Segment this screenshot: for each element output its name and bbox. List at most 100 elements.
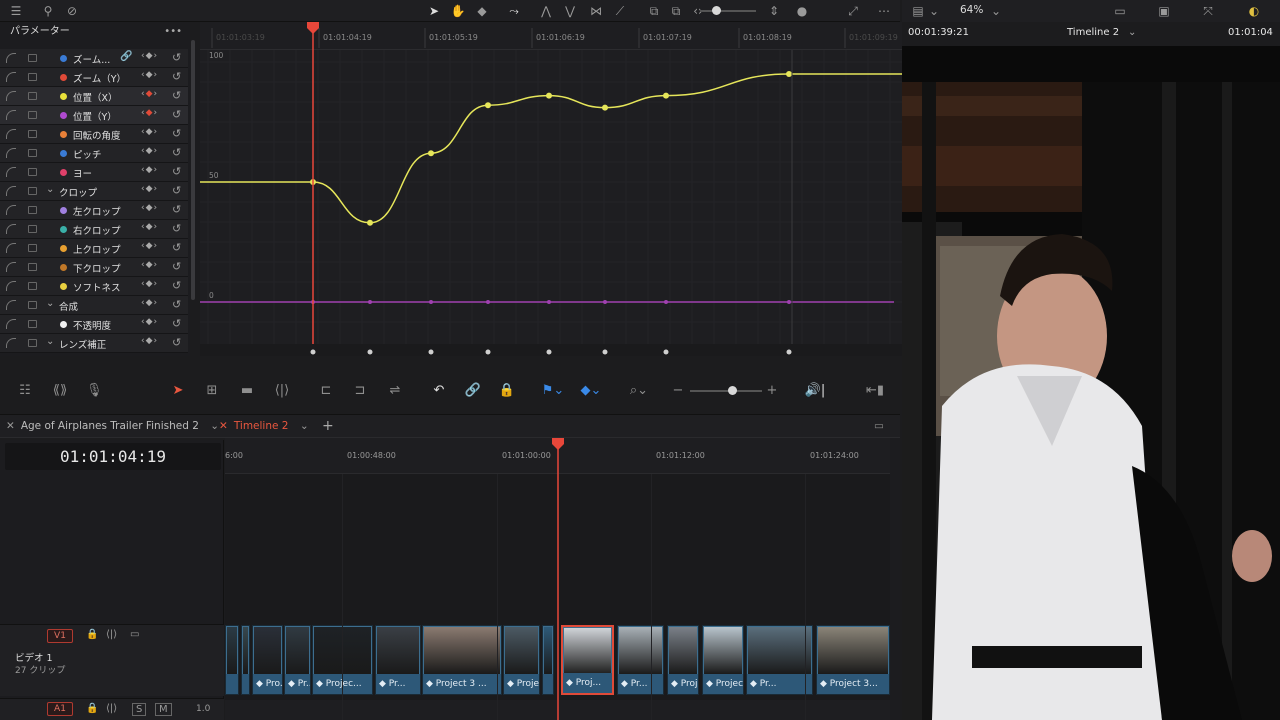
keyframe-icon[interactable]: ◆ [146, 222, 154, 232]
ease-out-icon[interactable]: ⋁ [562, 3, 578, 19]
lock-icon[interactable] [28, 130, 37, 138]
lock-icon[interactable] [28, 244, 37, 252]
blade-edit-icon[interactable]: ⟨|⟩ [270, 382, 294, 400]
reset-icon[interactable]: ↺ [172, 317, 181, 330]
ease-both-icon[interactable]: ⋈ [588, 3, 604, 19]
reset-icon[interactable]: ↺ [172, 279, 181, 292]
lock-icon[interactable] [28, 149, 37, 157]
volume-icon[interactable]: 🔊| [800, 382, 830, 400]
lock-icon[interactable] [28, 73, 37, 81]
keyframe-icon[interactable]: ◆ [146, 279, 154, 289]
parameter-row[interactable]: ⌄ クロップ ‹◆› ↺ [0, 182, 188, 201]
keyframe-nav[interactable]: ‹◆› [141, 241, 158, 251]
reset-icon[interactable]: ↺ [172, 203, 181, 216]
curve-visibility-icon[interactable] [6, 110, 16, 120]
curve-visibility-icon[interactable] [6, 262, 16, 272]
blade-icon[interactable]: ▬ [236, 382, 258, 400]
keyframe-nav[interactable]: ‹◆› [141, 127, 158, 137]
lock-icon[interactable] [28, 92, 37, 100]
more-options-icon[interactable]: ••• [164, 22, 182, 42]
keyframe-icon[interactable]: ◆ [146, 203, 154, 213]
track-enable-icon[interactable]: ▭ [130, 629, 139, 640]
keyframe-icon[interactable]: ◆ [146, 260, 154, 270]
curve-visibility-icon[interactable] [6, 300, 16, 310]
lock-icon[interactable] [28, 54, 37, 62]
keyframe-nav[interactable]: ‹◆› [141, 70, 158, 80]
keyframe-nav[interactable]: ‹◆› [141, 165, 158, 175]
reset-icon[interactable]: ↺ [172, 336, 181, 349]
parameter-row[interactable]: 不透明度 ‹◆› ↺ [0, 315, 188, 334]
v1-badge[interactable]: V1 [47, 629, 73, 643]
keyframe-nav[interactable]: ‹◆› [141, 222, 158, 232]
curve-visibility-icon[interactable] [6, 338, 16, 348]
overwrite-icon[interactable]: ⊐ [348, 382, 372, 400]
keyframe-icon[interactable]: ◆ [146, 165, 154, 175]
output-icon[interactable]: ▣ [1156, 3, 1172, 19]
parameter-row[interactable]: ソフトネス ‹◆› ↺ [0, 277, 188, 296]
keyframe-icon[interactable]: ◆ [146, 317, 154, 327]
chevron-down-icon[interactable]: ⌄ [926, 3, 942, 19]
keyframe-icon[interactable]: ◆ [146, 146, 154, 156]
viewer-zoom[interactable]: 64% [960, 4, 983, 16]
insert-icon[interactable]: ⊏ [314, 382, 338, 400]
keyframe-nav[interactable]: ‹◆› [141, 260, 158, 270]
curve-visibility-icon[interactable] [6, 167, 16, 177]
linear-icon[interactable]: ⟋ [612, 3, 628, 19]
reset-icon[interactable]: ↺ [172, 146, 181, 159]
timeline-playhead-head[interactable] [552, 438, 564, 450]
parameter-row[interactable]: 回転の角度 ‹◆› ↺ [0, 125, 188, 144]
hand-icon[interactable]: ✋ [450, 3, 466, 19]
mute-button[interactable]: M [155, 703, 172, 716]
curve-visibility-icon[interactable] [6, 72, 16, 82]
keyframe-icon[interactable]: ◆ [146, 70, 154, 80]
timeline-zoom-slider[interactable] [690, 390, 762, 392]
reset-icon[interactable]: ↺ [172, 222, 181, 235]
curve-visibility-icon[interactable] [6, 224, 16, 234]
chevron-down-icon[interactable]: ⌄ [300, 420, 309, 432]
keyframe-icon[interactable]: ◆ [146, 336, 154, 346]
reset-icon[interactable]: ↺ [172, 165, 181, 178]
parameter-row[interactable]: ズーム（Y） ‹◆› ↺ [0, 68, 188, 87]
parameter-row[interactable]: ⌄ レンズ補正 ‹◆› ↺ [0, 334, 188, 353]
parameter-row[interactable]: 下クロップ ‹◆› ↺ [0, 258, 188, 277]
chevron-down-icon[interactable]: ⌄ [46, 298, 54, 309]
dynamic-trim-icon[interactable]: ⟪⟫ [48, 382, 72, 400]
point-icon[interactable]: ● [794, 3, 810, 19]
keyframe-nav[interactable]: ‹◆› [141, 51, 158, 61]
curve-visibility-icon[interactable] [6, 148, 16, 158]
keyframe-nav[interactable]: ‹◆› [141, 184, 158, 194]
pointer-icon[interactable]: ➤ [426, 3, 442, 19]
fullscreen-timeline-icon[interactable]: ⇤▮ [862, 382, 888, 400]
lock-icon[interactable] [28, 225, 37, 233]
curve-visibility-icon[interactable] [6, 205, 16, 215]
keyframe-icon[interactable]: ◆ [146, 241, 154, 251]
lock-icon[interactable] [28, 187, 37, 195]
lock-icon[interactable] [28, 111, 37, 119]
trim-mode-icon[interactable]: ⊞ [199, 382, 225, 400]
reset-icon[interactable]: ↺ [172, 298, 181, 311]
reset-icon[interactable]: ↺ [172, 108, 181, 121]
reset-icon[interactable]: ↺ [172, 260, 181, 273]
layout-icon[interactable]: ▤ [910, 3, 926, 19]
zoom-icon[interactable]: ⌕⌄ [624, 382, 654, 400]
auto-select-icon[interactable]: ⟨|⟩ [106, 629, 117, 640]
viewer-timeline-name[interactable]: Timeline 2 [1067, 27, 1119, 38]
chevron-down-icon[interactable]: ⌄ [1128, 27, 1136, 38]
more-icon[interactable]: ⋯ [876, 3, 892, 19]
select-arrow-icon[interactable]: ➤ [170, 382, 186, 400]
color-icon[interactable]: ◐ [1246, 3, 1262, 19]
keyframe-icon[interactable]: ◆ [146, 89, 154, 99]
lock-icon[interactable]: 🔒 [86, 629, 98, 640]
zoom-in-icon[interactable]: + [766, 382, 778, 400]
keyframe-icon[interactable]: ◆ [146, 184, 154, 194]
lock-icon[interactable] [28, 339, 37, 347]
chevron-down-icon[interactable]: ⌄ [46, 336, 54, 347]
curve-visibility-icon[interactable] [6, 91, 16, 101]
keyframe-nav[interactable]: ‹◆› [141, 298, 158, 308]
video-track-header[interactable]: V1 🔒 ⟨|⟩ ▭ ビデオ 1 27 クリップ [0, 624, 224, 696]
lock-icon[interactable]: 🔒 [498, 382, 516, 400]
curve-smooth-icon[interactable]: ⤳ [506, 3, 522, 19]
add-tab-icon[interactable]: + [322, 415, 334, 438]
audio-track-header[interactable]: A1 🔒 ⟨|⟩ S M 1.0 [0, 698, 224, 720]
keyframe-icon[interactable]: ◆ [146, 51, 154, 61]
